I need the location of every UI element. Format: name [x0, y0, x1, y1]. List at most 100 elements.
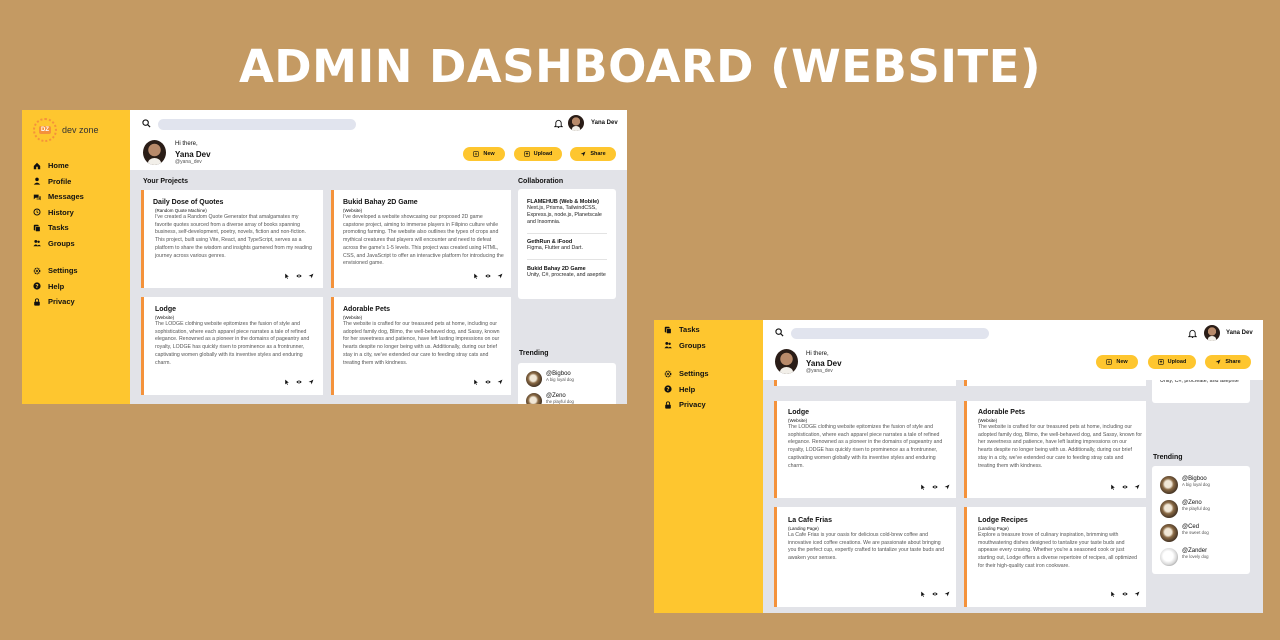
- project-card-lodge[interactable]: Lodge (Website) The LODGE clothing websi…: [141, 297, 323, 395]
- cursor-icon[interactable]: [1110, 591, 1116, 597]
- tasks-icon: [664, 326, 672, 334]
- eye-icon[interactable]: [485, 379, 491, 385]
- section-title-projects: Your Projects: [143, 178, 188, 185]
- cursor-icon[interactable]: [284, 379, 290, 385]
- new-button[interactable]: New: [1096, 355, 1138, 369]
- search-icon[interactable]: [775, 328, 784, 337]
- bell-icon[interactable]: [1188, 329, 1197, 338]
- bell-icon[interactable]: [554, 119, 563, 128]
- project-card-la-cafe-frias[interactable]: La Cafe Frias (Landing Page) La Cafe Fri…: [774, 507, 956, 607]
- project-card-adorable-pets[interactable]: Adorable Pets (Website) The website is c…: [964, 401, 1146, 498]
- avatar[interactable]: [568, 115, 584, 131]
- cursor-icon[interactable]: [473, 273, 479, 279]
- send-icon[interactable]: [1134, 484, 1140, 490]
- nav-item-tasks[interactable]: Tasks: [33, 220, 84, 236]
- nav-item-profile[interactable]: Profile: [33, 174, 84, 190]
- project-card-daily-dose[interactable]: Daily Dose of Quotes (Random Quote Machi…: [141, 190, 323, 288]
- cursor-icon[interactable]: [1110, 484, 1116, 490]
- svg-text:?: ?: [666, 387, 669, 393]
- nav-item-history[interactable]: History: [33, 205, 84, 221]
- search-input[interactable]: [158, 119, 356, 130]
- card-description: I've developed a website showcasing our …: [343, 214, 504, 267]
- card-subtitle: (Website): [788, 418, 808, 423]
- card-description: The LODGE clothing website epitomizes th…: [788, 424, 943, 469]
- collab-item[interactable]: FLAMEHUB (Web & Mobile) Next.js, Prisma,…: [527, 199, 611, 226]
- divider: [527, 259, 607, 260]
- avatar[interactable]: [1204, 325, 1220, 341]
- trending-item[interactable]: @Zeno the playful dog: [1160, 500, 1210, 518]
- plus-icon: [473, 151, 480, 157]
- card-subtitle: (Landing Page): [788, 526, 819, 531]
- nav-item-settings[interactable]: Settings: [664, 366, 709, 382]
- eye-icon[interactable]: [296, 379, 302, 385]
- eye-icon[interactable]: [932, 484, 938, 490]
- card-subtitle: (Website): [343, 315, 363, 320]
- trending-item[interactable]: @Bigboo A big loyal dog: [526, 371, 574, 387]
- nav-item-privacy[interactable]: Privacy: [33, 294, 78, 310]
- nav-item-privacy[interactable]: Privacy: [664, 397, 709, 413]
- nav-item-groups[interactable]: Groups: [664, 338, 706, 354]
- cursor-icon[interactable]: [473, 379, 479, 385]
- card-actions: [284, 273, 314, 279]
- trending-item[interactable]: @Zeno the playful dog: [526, 393, 574, 404]
- send-icon[interactable]: [944, 591, 950, 597]
- share-button[interactable]: Share: [570, 147, 616, 161]
- trending-item[interactable]: @Zander the lovely dog: [1160, 548, 1209, 566]
- greeting: Hi there,: [175, 141, 198, 147]
- eye-icon[interactable]: [485, 273, 491, 279]
- nav-item-help[interactable]: ? Help: [664, 382, 709, 398]
- send-icon[interactable]: [1134, 591, 1140, 597]
- trending-item[interactable]: @Bigboo A big loyal dog: [1160, 476, 1210, 494]
- page-title: ADMIN DASHBOARD (WEBSITE): [238, 40, 1042, 93]
- brand-logo[interactable]: DZ dev zone: [33, 118, 99, 142]
- project-card-lodge-recipes[interactable]: Lodge Recipes (Landing Page) Explore a t…: [964, 507, 1146, 607]
- collab-item[interactable]: GethRun & iFood Figma, Flutter and Dart.: [527, 239, 611, 252]
- project-card-bukid-bahay[interactable]: Bukid Bahay 2D Game (Website) I've devel…: [331, 190, 511, 288]
- collaboration-panel: FLAMEHUB (Web & Mobile) Next.js, Prisma,…: [518, 189, 616, 299]
- nav-item-home[interactable]: Home: [33, 158, 84, 174]
- upload-button[interactable]: Upload: [514, 147, 562, 161]
- trending-item[interactable]: @Ced the sweet dog: [1160, 524, 1209, 542]
- topbar: Yana Dev Hi there, Yana Dev @yana_dev Ne…: [763, 320, 1263, 380]
- nav-item-help[interactable]: ? Help: [33, 279, 78, 295]
- nav-main: Home Profile Messages History Tasks Grou…: [33, 158, 84, 251]
- cursor-icon[interactable]: [284, 273, 290, 279]
- new-button[interactable]: New: [463, 147, 505, 161]
- card-actions: [1110, 484, 1140, 490]
- send-icon[interactable]: [497, 273, 503, 279]
- search-input[interactable]: [791, 328, 989, 339]
- eye-icon[interactable]: [1122, 591, 1128, 597]
- eye-icon[interactable]: [932, 591, 938, 597]
- upload-icon: [523, 151, 530, 157]
- nav-item-tasks[interactable]: Tasks: [664, 322, 706, 338]
- send-icon[interactable]: [497, 379, 503, 385]
- card-description: I've created a Random Quote Generator th…: [155, 214, 312, 259]
- dog-avatar: [526, 371, 542, 387]
- cursor-icon[interactable]: [920, 484, 926, 490]
- send-icon[interactable]: [308, 273, 314, 279]
- project-card-lodge[interactable]: Lodge (Website) The LODGE clothing websi…: [774, 401, 956, 498]
- card-subtitle: (Website): [155, 315, 175, 320]
- card-description: Explore a treasure trove of culinary ins…: [978, 532, 1138, 569]
- project-card-adorable-pets[interactable]: Adorable Pets (Website) The website is c…: [331, 297, 511, 395]
- section-title-trending: Trending: [519, 350, 549, 357]
- share-button[interactable]: Share: [1205, 355, 1251, 369]
- upload-button[interactable]: Upload: [1148, 355, 1196, 369]
- eye-icon[interactable]: [1122, 484, 1128, 490]
- section-title-trending: Trending: [1153, 454, 1183, 461]
- help-icon: ?: [33, 282, 41, 290]
- eye-icon[interactable]: [296, 273, 302, 279]
- nav-item-settings[interactable]: Settings: [33, 263, 78, 279]
- trending-panel: @Bigboo A big loyal dog @Zeno the playful …: [518, 363, 616, 404]
- cursor-icon[interactable]: [920, 591, 926, 597]
- card-subtitle: (Landing Page): [978, 526, 1009, 531]
- dog-avatar: [1160, 476, 1178, 494]
- search-icon[interactable]: [142, 119, 151, 128]
- nav-item-groups[interactable]: Groups: [33, 236, 84, 252]
- send-icon[interactable]: [308, 379, 314, 385]
- send-icon[interactable]: [944, 484, 950, 490]
- collab-item[interactable]: Bukid Bahay 2D Game Unity, C#, procreate…: [527, 266, 611, 279]
- users-icon: [33, 239, 41, 247]
- card-actions: [473, 273, 503, 279]
- nav-item-messages[interactable]: Messages: [33, 189, 84, 205]
